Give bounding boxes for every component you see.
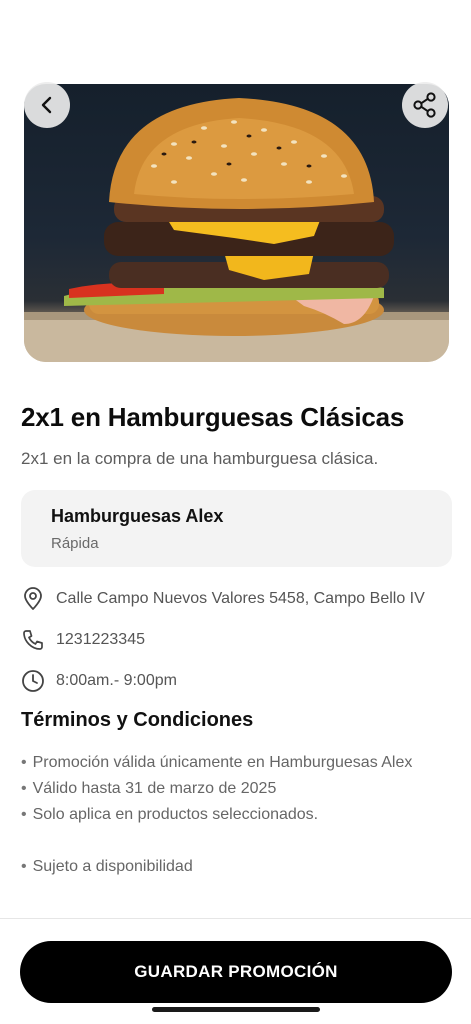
hours-row: 8:00am.- 9:00pm: [21, 669, 177, 693]
home-indicator: [152, 1007, 320, 1012]
promo-title: 2x1 en Hamburguesas Clásicas: [21, 402, 405, 432]
share-button[interactable]: [402, 82, 448, 128]
terms-list: Promoción válida únicamente en Hamburgue…: [21, 752, 413, 882]
phone-row[interactable]: 1231223345: [21, 628, 145, 652]
phone-text: 1231223345: [56, 631, 145, 648]
footer-divider: [0, 918, 471, 919]
clock-icon: [21, 669, 45, 693]
merchant-category: Rápida: [51, 535, 99, 552]
promo-description: 2x1 en la compra de una hamburguesa clás…: [21, 449, 379, 468]
address-row[interactable]: Calle Campo Nuevos Valores 5458, Campo B…: [21, 587, 425, 611]
terms-item: Promoción válida únicamente en Hamburgue…: [21, 752, 413, 778]
location-pin-icon: [21, 587, 45, 611]
save-promotion-button[interactable]: GUARDAR PROMOCIÓN: [20, 941, 452, 1003]
burger-illustration: [24, 98, 449, 362]
terms-item: Sujeto a disponibilidad: [21, 856, 412, 882]
phone-icon: [21, 628, 45, 652]
chevron-left-icon: [41, 96, 52, 114]
terms-title: Términos y Condiciones: [21, 709, 254, 731]
back-button[interactable]: [24, 82, 70, 128]
promo-image: [24, 84, 449, 362]
merchant-card[interactable]: Hamburguesas Alex Rápida: [21, 490, 452, 567]
terms-item: Válido hasta 31 de marzo de 2025: [21, 778, 412, 804]
terms-item: Solo aplica en productos seleccionados.: [21, 804, 412, 830]
merchant-name: Hamburguesas Alex: [51, 506, 224, 526]
share-icon: [413, 92, 436, 118]
address-text: Calle Campo Nuevos Valores 5458, Campo B…: [56, 590, 425, 607]
hours-text: 8:00am.- 9:00pm: [56, 672, 177, 689]
